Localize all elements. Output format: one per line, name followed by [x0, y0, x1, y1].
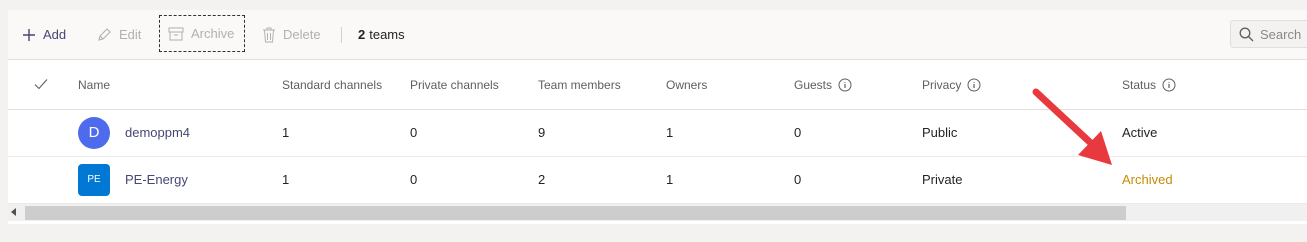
trash-icon [263, 27, 275, 42]
archive-box-icon [168, 27, 184, 40]
private-channels-cell: 0 [410, 125, 418, 140]
column-header-privacy-label: Privacy [922, 78, 962, 93]
search-placeholder: Search [1260, 26, 1302, 42]
pencil-icon [98, 27, 111, 41]
standard-channels-cell: 1 [282, 125, 290, 140]
team-name: demoppm4 [125, 125, 191, 140]
horizontal-scrollbar[interactable] [8, 204, 1307, 221]
add-button[interactable]: Add [22, 10, 66, 59]
column-header-privacy[interactable]: Privacy [922, 62, 1122, 109]
private-channels-cell: 0 [410, 172, 418, 187]
teams-table: Name Standard channels Private channels … [8, 62, 1307, 204]
delete-label: Delete [283, 27, 321, 42]
row-select-cell[interactable] [8, 109, 78, 156]
column-header-guests[interactable]: Guests [794, 62, 922, 109]
guests-cell: 0 [794, 125, 802, 140]
team-count-number: 2 [358, 27, 366, 42]
edit-label: Edit [119, 27, 142, 42]
table-row[interactable]: Ddemoppm4 1 0 9 1 0 Public Active [8, 109, 1307, 156]
standard-channels-cell: 1 [282, 172, 290, 187]
search-box[interactable]: Search [1230, 20, 1307, 48]
checkmark-icon [34, 78, 48, 90]
archive-button[interactable]: Archive [159, 15, 245, 52]
guests-cell: 0 [794, 172, 802, 187]
info-icon[interactable] [1162, 78, 1176, 92]
row-select-cell[interactable] [8, 156, 78, 203]
team-count: 2 teams [358, 10, 405, 59]
column-header-private-channels[interactable]: Private channels [410, 62, 538, 109]
toolbar-divider [341, 27, 342, 43]
privacy-cell: Public [922, 125, 958, 140]
archive-label: Archive [191, 26, 235, 41]
column-header-team-members[interactable]: Team members [538, 62, 666, 109]
team-name-cell[interactable]: Ddemoppm4 [78, 109, 282, 156]
search-icon [1239, 27, 1254, 41]
avatar: D [78, 116, 110, 149]
column-header-guests-label: Guests [794, 78, 833, 93]
toolbar: Add Edit Archive Delete 2 teams [8, 10, 1307, 60]
team-count-suffix: teams [369, 27, 405, 42]
team-members-cell: 2 [538, 172, 546, 187]
delete-button[interactable]: Delete [262, 10, 321, 59]
edit-button[interactable]: Edit [96, 10, 141, 59]
owners-cell: 1 [666, 125, 674, 140]
info-icon[interactable] [838, 78, 852, 92]
status-cell: Archived [1122, 172, 1173, 187]
table-header-row: Name Standard channels Private channels … [8, 62, 1307, 109]
column-header-status-label: Status [1122, 78, 1157, 93]
status-cell: Active [1122, 125, 1158, 140]
column-header-owners[interactable]: Owners [666, 62, 794, 109]
team-members-cell: 9 [538, 125, 546, 140]
plus-icon [23, 28, 35, 41]
info-icon[interactable] [967, 78, 981, 92]
add-label: Add [43, 27, 67, 42]
owners-cell: 1 [666, 172, 674, 187]
team-name: PE-Energy [125, 172, 188, 187]
avatar: PE [78, 163, 110, 196]
team-name-cell[interactable]: PE PE-Energy [78, 156, 282, 203]
column-header-status[interactable]: Status [1122, 62, 1307, 109]
scrollbar-thumb[interactable] [25, 206, 1126, 220]
table-row[interactable]: PE PE-Energy 1 0 2 1 0 Private Archived [8, 156, 1307, 203]
column-header-standard-channels[interactable]: Standard channels [282, 62, 410, 109]
column-header-name[interactable]: Name [78, 62, 282, 109]
scroll-left-arrow-icon[interactable] [11, 208, 16, 216]
select-all-checkbox[interactable] [8, 62, 78, 109]
privacy-cell: Private [922, 172, 963, 187]
